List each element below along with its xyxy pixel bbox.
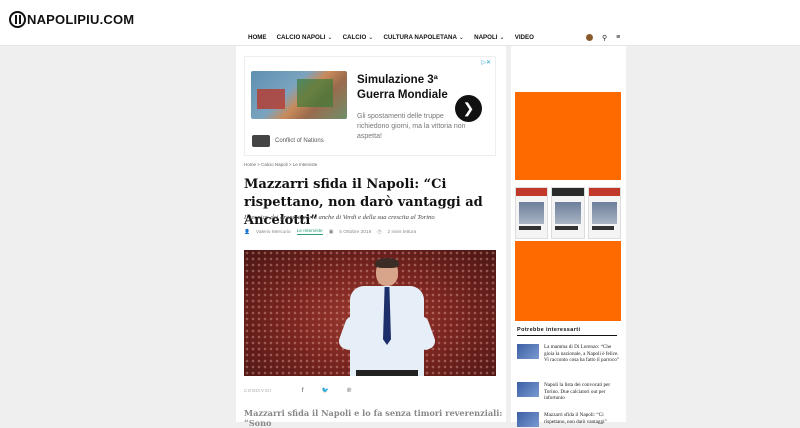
article-title: Mazzarri sfida il Napoli: “Ci rispettano… xyxy=(244,177,483,228)
nav-item-calcio[interactable]: CALCIO ⌄ xyxy=(343,34,374,41)
chevron-down-icon: ⌄ xyxy=(368,34,374,41)
related-title[interactable]: Mazzarri sfida il Napoli: “Ci rispettano… xyxy=(544,412,621,427)
nav-item-home[interactable]: HOME xyxy=(248,34,267,41)
header-actions: ⚲ ≡ xyxy=(586,34,620,42)
search-icon[interactable]: ⚲ xyxy=(602,34,607,42)
article-hero-image xyxy=(244,250,496,376)
share-label: CONDIVIDI xyxy=(244,388,272,393)
read-time: 2 mins lettura xyxy=(387,229,417,235)
related-thumbnail[interactable] xyxy=(517,412,539,427)
main-nav: HOME CALCIO NAPOLI ⌄ CALCIO ⌄ CULTURA NAPO… xyxy=(248,34,534,41)
article-meta: 👤 Valerio Mercurio Le Interviste ▣ 5 Ott… xyxy=(244,229,416,235)
logo-icon xyxy=(9,11,26,28)
nav-item-video[interactable]: VIDEO xyxy=(515,34,534,41)
user-icon: 👤 xyxy=(244,229,250,235)
pinterest-icon[interactable]: ℗ xyxy=(347,388,351,394)
calendar-icon: ▣ xyxy=(328,229,334,235)
related-thumbnail[interactable] xyxy=(517,344,539,359)
article-column: ▷✕ Conflict of Nations Simulazione 3ª Gu… xyxy=(236,46,506,428)
ad-choices-icon[interactable]: ▷✕ xyxy=(481,59,491,66)
related-item[interactable]: La mamma di Di Lorenzo: “Che gioia la na… xyxy=(517,344,621,364)
chevron-down-icon: ⌄ xyxy=(499,34,505,41)
related-item[interactable]: Mazzarri sfida il Napoli: “Ci rispettano… xyxy=(517,412,621,427)
related-heading: Potrebbe interessarti xyxy=(517,327,581,333)
sidebar-ad-bottom[interactable] xyxy=(515,241,621,321)
site-logo[interactable]: NAPOLIPIU.COM xyxy=(9,11,134,28)
ad-map-image xyxy=(251,71,347,119)
breadcrumb[interactable]: Home > Calcio Napoli > Le Interviste xyxy=(244,162,317,167)
newspaper-cover[interactable] xyxy=(587,187,621,239)
chevron-right-icon[interactable]: ❯ xyxy=(455,95,482,122)
publish-date: 5 Ottobre 2019 xyxy=(339,229,372,235)
nav-item-cultura[interactable]: CULTURA NAPOLETANA ⌄ xyxy=(383,34,464,41)
newspaper-cover[interactable] xyxy=(515,187,549,239)
facebook-icon[interactable]: f xyxy=(302,388,304,394)
twitter-icon[interactable]: 🐦 xyxy=(321,387,328,394)
football-icon[interactable] xyxy=(586,34,593,41)
nav-item-napoli[interactable]: NAPOLI ⌄ xyxy=(474,34,505,41)
article-subtitle: Il tecnico dei granata parla anche di Ve… xyxy=(244,214,435,221)
related-title[interactable]: Napoli la lista dei convocati per Torino… xyxy=(544,382,621,402)
sidebar-ad-top[interactable] xyxy=(515,92,621,180)
ad-banner[interactable]: ▷✕ Conflict of Nations Simulazione 3ª Gu… xyxy=(244,56,496,156)
header: NAPOLIPIU.COM HOME CALCIO NAPOLI ⌄ CALCIO… xyxy=(0,0,800,46)
newspaper-covers[interactable] xyxy=(515,187,621,239)
share-bar: CONDIVIDI f 🐦 ℗ xyxy=(244,387,351,395)
ad-brand-logo xyxy=(252,135,270,147)
related-thumbnail[interactable] xyxy=(517,382,539,397)
nav-item-calcio-napoli[interactable]: CALCIO NAPOLI ⌄ xyxy=(277,34,333,41)
related-item[interactable]: Napoli la lista dei convocati per Torino… xyxy=(517,382,621,402)
ad-brand-name: Conflict of Nations xyxy=(275,138,324,144)
related-title[interactable]: La mamma di Di Lorenzo: “Che gioia la na… xyxy=(544,344,621,364)
article-lead: Mazzarri sfida il Napoli e lo fa senza t… xyxy=(244,408,503,428)
chevron-down-icon: ⌄ xyxy=(327,34,333,41)
clock-icon: ◷ xyxy=(377,229,382,235)
ad-description: Gli spostamenti delle truppe richiedono … xyxy=(357,113,466,140)
logo-text: NAPOLIPIU.COM xyxy=(27,12,135,27)
author-link[interactable]: Valerio Mercurio xyxy=(256,230,291,235)
ad-title[interactable]: Simulazione 3ª Guerra Mondiale xyxy=(357,73,467,103)
divider xyxy=(517,335,617,336)
chevron-down-icon: ⌄ xyxy=(458,34,465,41)
menu-icon[interactable]: ≡ xyxy=(616,34,620,42)
newspaper-cover[interactable] xyxy=(551,187,585,239)
category-tag[interactable]: Le Interviste xyxy=(296,229,323,235)
sidebar: Potrebbe interessarti La mamma di Di Lor… xyxy=(511,46,626,427)
